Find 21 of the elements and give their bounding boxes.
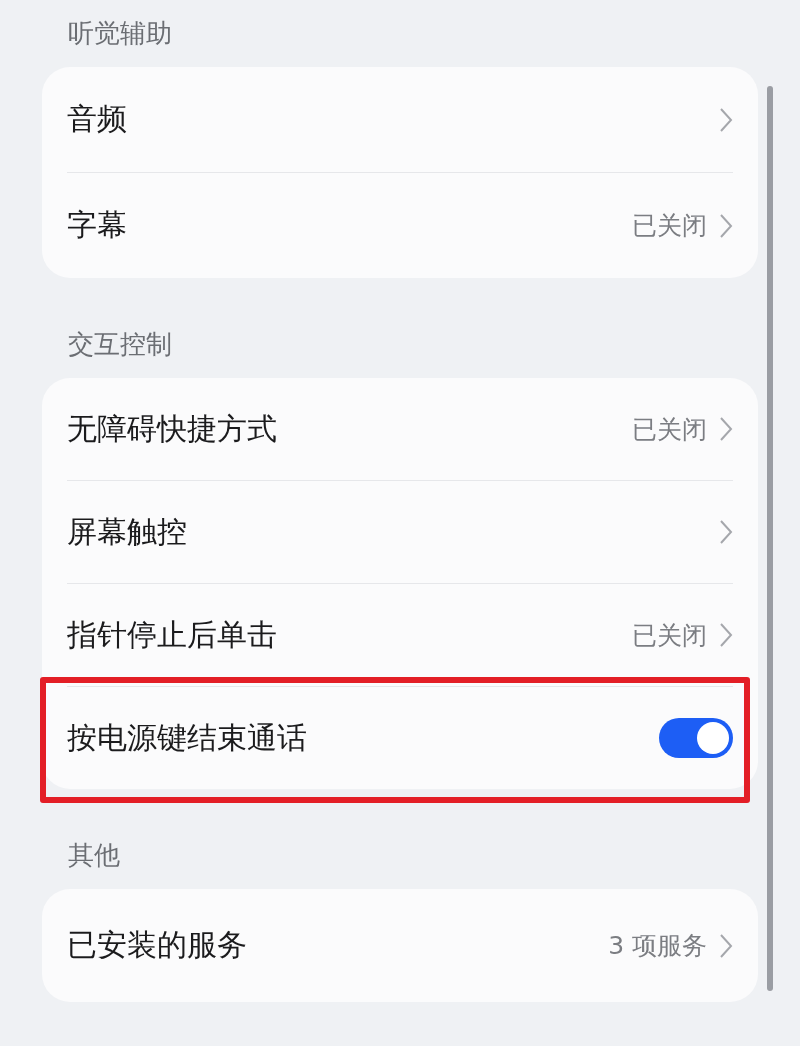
chevron-right-icon <box>719 106 733 133</box>
setting-value: 3 项服务 <box>608 930 707 962</box>
chevron-right-icon <box>719 212 733 239</box>
section-header: 听觉辅助 <box>67 17 173 50</box>
section-header: 其他 <box>67 839 121 872</box>
setting-label[interactable]: 字幕 <box>67 205 632 246</box>
setting-label[interactable]: 屏幕触控 <box>67 511 719 553</box>
toggle-switch[interactable] <box>659 718 733 758</box>
setting-value: 已关闭 <box>632 619 707 652</box>
chevron-right-icon <box>719 519 733 545</box>
setting-label[interactable]: 指针停止后单击 <box>67 614 632 656</box>
setting-value: 已关闭 <box>632 210 707 242</box>
setting-label[interactable]: 音频 <box>67 99 719 140</box>
setting-label[interactable]: 按电源键结束通话 <box>67 717 659 759</box>
chevron-right-icon <box>719 622 733 648</box>
section-header: 交互控制 <box>67 328 173 361</box>
chevron-right-icon <box>719 416 733 442</box>
setting-label[interactable]: 无障碍快捷方式 <box>67 408 632 450</box>
setting-value: 已关闭 <box>632 413 707 446</box>
setting-label[interactable]: 已安装的服务 <box>67 925 609 966</box>
chevron-right-icon <box>719 932 733 959</box>
